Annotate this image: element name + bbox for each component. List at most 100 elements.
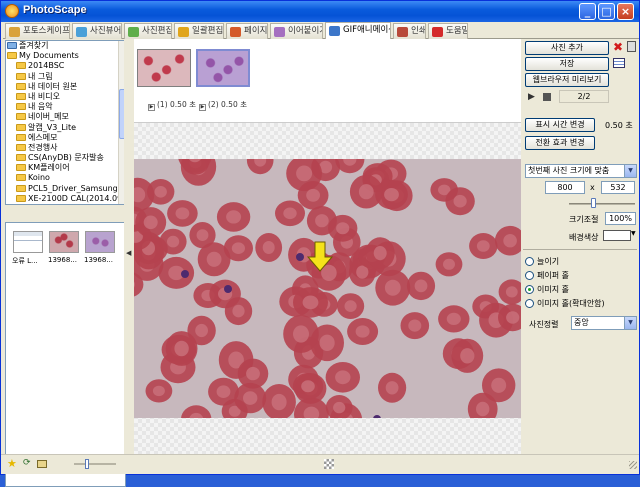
align-select[interactable]: 중앙 ▼ bbox=[571, 316, 637, 330]
favorites-node[interactable]: 즐겨찾기 bbox=[6, 41, 125, 51]
folder-label: 내 데이터 원본 bbox=[28, 81, 78, 91]
folder-item[interactable]: 네이버_메모 bbox=[6, 112, 125, 122]
resize-grip-icon[interactable] bbox=[629, 461, 637, 469]
folder-item[interactable]: 내 데이터 원본 bbox=[6, 82, 125, 92]
frame-1-meta: ▶ (1) 0.50 초 bbox=[148, 100, 196, 111]
folder-item[interactable]: CS(AnyDB) 문자발송 bbox=[6, 153, 125, 163]
file-thumb-label: 13968... bbox=[48, 256, 77, 264]
refresh-icon[interactable]: ⟳ bbox=[23, 458, 31, 468]
folder-label: 전경행사 bbox=[28, 142, 58, 152]
minimize-button[interactable]: _ bbox=[579, 3, 596, 20]
tab-help[interactable]: 도움말 bbox=[428, 23, 468, 39]
my-documents-node[interactable]: My Documents bbox=[6, 51, 125, 61]
folder-icon bbox=[16, 194, 26, 202]
title-bar[interactable]: PhotoScape _ □ × bbox=[1, 1, 639, 22]
folder-label: 네이버_메모 bbox=[28, 112, 69, 122]
tab-combine[interactable]: 이어붙이기 bbox=[270, 23, 323, 39]
separator bbox=[523, 249, 637, 250]
chevron-down-icon[interactable]: ▼ bbox=[624, 317, 636, 329]
file-thumb-2[interactable] bbox=[49, 231, 79, 253]
folder-item[interactable]: KM플레이어 bbox=[6, 163, 125, 173]
frame-thumb-2[interactable] bbox=[196, 49, 250, 87]
tab-batch-editor[interactable]: 일괄편집 bbox=[174, 23, 224, 39]
star-icon[interactable]: ★ bbox=[7, 457, 17, 470]
transition-effect-button[interactable]: 전환 효과 변경 bbox=[525, 136, 595, 150]
placement-radio-4[interactable] bbox=[525, 299, 534, 308]
folder-item[interactable]: 전경행사 bbox=[6, 143, 125, 153]
folder-icon[interactable] bbox=[37, 460, 47, 468]
placement-radio-2[interactable] bbox=[525, 271, 534, 280]
file-thumb-label: 13968... bbox=[84, 256, 113, 264]
zoom-field[interactable]: 100% bbox=[605, 212, 636, 225]
play-frame-icon[interactable]: ▶ bbox=[199, 104, 206, 111]
play-icon[interactable]: ▶ bbox=[528, 92, 535, 102]
folder-item[interactable]: 에스메모 bbox=[6, 133, 125, 143]
gif-tab-icon bbox=[329, 26, 340, 36]
zoom-slider-track[interactable] bbox=[569, 203, 635, 205]
chevron-down-icon[interactable]: ▼ bbox=[624, 165, 636, 177]
delete-x-icon[interactable]: ✖ bbox=[613, 40, 623, 54]
folder-item[interactable]: 내 그림 bbox=[6, 72, 125, 82]
left-panel: 즐겨찾기 My Documents 2014BSC 내 그림 내 데이터 원본 내 비디오… bbox=[3, 39, 134, 487]
folder-label: 알캡_V3_Lite bbox=[28, 122, 77, 132]
play-frame-icon[interactable]: ▶ bbox=[148, 104, 155, 111]
folder-item[interactable]: PCL5_Driver_Samsung3 bbox=[6, 184, 125, 194]
combine-tab-icon bbox=[274, 27, 285, 37]
window-title: PhotoScape bbox=[23, 4, 87, 16]
file-thumb-1[interactable] bbox=[13, 231, 43, 253]
size-mode-select[interactable]: 첫번째 사진 크기에 맞춤 ▼ bbox=[525, 164, 637, 178]
center-area: ▶ (1) 0.50 초 ▶ (2) 0.50 초 bbox=[134, 39, 521, 454]
placement-option-label: 페이퍼 홀 bbox=[537, 271, 569, 280]
folder-item[interactable]: Koino bbox=[6, 173, 125, 183]
align-label: 사진정렬 bbox=[529, 320, 559, 329]
save-button[interactable]: 저장 bbox=[525, 57, 609, 71]
folder-item[interactable]: 알캡_V3_Lite bbox=[6, 123, 125, 133]
thumb-size-slider-thumb[interactable] bbox=[85, 459, 89, 469]
placement-radio-3[interactable] bbox=[525, 285, 534, 294]
change-display-time-button[interactable]: 표시 시간 변경 bbox=[525, 118, 595, 132]
thumb-size-slider-track[interactable] bbox=[74, 463, 116, 465]
background-color-swatch[interactable] bbox=[603, 230, 631, 241]
placement-option-label: 이미지 홀(확대안함) bbox=[537, 299, 605, 308]
height-field[interactable]: 532 bbox=[601, 181, 635, 194]
frame-thumb-1[interactable] bbox=[137, 49, 191, 87]
folder-icon bbox=[16, 82, 26, 90]
folder-label: Koino bbox=[28, 173, 50, 183]
web-preview-button[interactable]: 웹브라우저 미리보기 bbox=[525, 73, 609, 87]
preview-canvas[interactable] bbox=[134, 123, 521, 454]
tab-page[interactable]: 페이지 bbox=[226, 23, 268, 39]
file-thumb-3[interactable] bbox=[85, 231, 115, 253]
collapse-arrow-icon[interactable]: ◀ bbox=[126, 249, 131, 257]
color-dropdown-icon[interactable]: ▼ bbox=[631, 230, 636, 237]
tab-editor[interactable]: 사진편집 bbox=[124, 23, 172, 39]
tab-gif-animation[interactable]: GIF애니메이션 bbox=[325, 22, 391, 39]
folder-icon bbox=[16, 113, 26, 121]
maximize-button[interactable]: □ bbox=[598, 3, 615, 20]
close-button[interactable]: × bbox=[617, 3, 634, 20]
zoom-slider-thumb[interactable] bbox=[591, 198, 596, 208]
folder-icon bbox=[16, 154, 26, 162]
display-time-value: 0.50 초 bbox=[605, 121, 633, 130]
stop-icon[interactable] bbox=[543, 93, 551, 101]
placement-radio-1[interactable] bbox=[525, 257, 534, 266]
folder-item[interactable]: XE-2100D CAL(2014.09.( bbox=[6, 194, 125, 204]
panel-splitter[interactable]: ◀ bbox=[124, 39, 134, 454]
tab-print[interactable]: 인쇄 bbox=[393, 23, 426, 39]
list-icon[interactable] bbox=[613, 58, 625, 68]
folder-item[interactable]: 내 비디오 bbox=[6, 92, 125, 102]
folder-item[interactable]: 2014BSC bbox=[6, 61, 125, 71]
app-window: PhotoScape _ □ × 포토스케이프 사진뷰어 사진편집 일괄편집 페… bbox=[0, 0, 640, 487]
width-field[interactable]: 800 bbox=[545, 181, 585, 194]
add-photo-button[interactable]: 사진 추가 bbox=[525, 41, 609, 55]
blood-smear-image bbox=[134, 159, 521, 418]
folder-icon bbox=[16, 72, 26, 80]
folder-item[interactable]: 내 음악 bbox=[6, 102, 125, 112]
folder-icon bbox=[16, 174, 26, 182]
folder-icon bbox=[16, 92, 26, 100]
trash-icon[interactable] bbox=[627, 41, 636, 52]
star-folder-icon bbox=[7, 42, 17, 49]
tab-photoscape[interactable]: 포토스케이프 bbox=[5, 23, 70, 39]
folder-icon bbox=[16, 103, 26, 111]
folder-icon bbox=[7, 52, 17, 60]
tab-viewer[interactable]: 사진뷰어 bbox=[72, 23, 122, 39]
